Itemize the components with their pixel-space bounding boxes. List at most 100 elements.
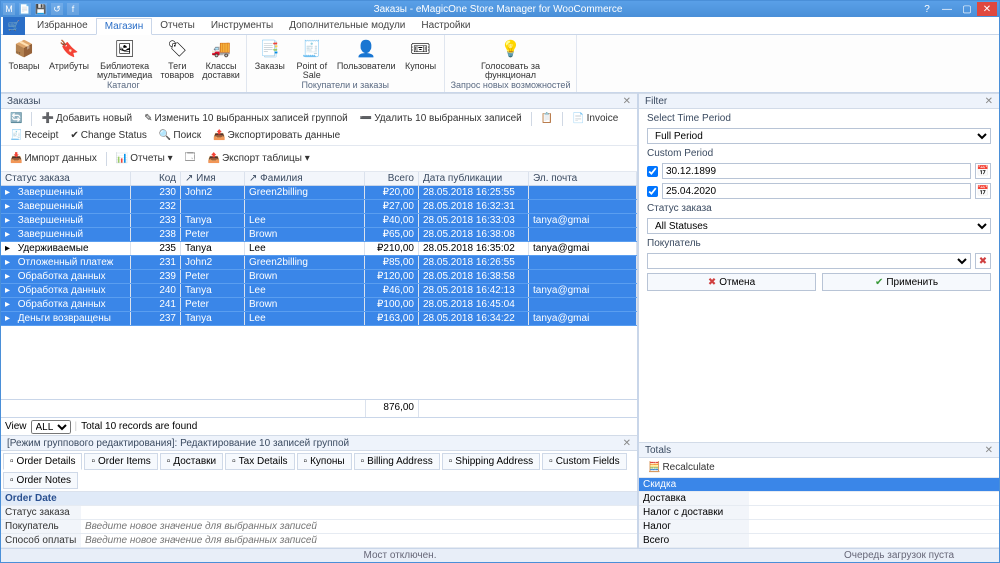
minimize-button[interactable]: — — [937, 2, 957, 16]
toolbar-button[interactable]: 📋 — [536, 111, 558, 126]
table-row[interactable]: ▸ Отложенный платеж231John2Green2billing… — [1, 256, 637, 270]
toolbar-button[interactable]: 📤Экспортировать данные — [208, 128, 345, 143]
toolbar-button[interactable]: 🗔 — [180, 148, 201, 169]
qat-save-icon[interactable]: 💾 — [35, 3, 47, 15]
toolbar-button[interactable]: 📄Invoice — [567, 111, 623, 126]
panel-close-icon[interactable]: ✕ — [985, 445, 993, 456]
window-title: Заказы - eMagicOne Store Manager for Woo… — [79, 4, 917, 15]
panel-close-icon[interactable]: ✕ — [623, 438, 631, 449]
ribbon-tab[interactable]: Избранное — [29, 18, 96, 34]
grid-column-header[interactable]: Дата публикации — [419, 172, 529, 185]
ribbon-button[interactable]: 🖼Библиотекамультимедиа — [97, 37, 152, 80]
grid-column-header[interactable]: ↗ Имя — [181, 172, 245, 185]
file-button[interactable]: 🛒 — [3, 17, 25, 35]
qat-app-icon[interactable]: M — [3, 3, 15, 15]
toolbar-label: Invoice — [587, 113, 619, 124]
qat-undo-icon[interactable]: ↺ — [51, 3, 63, 15]
status-select[interactable]: All Statuses — [647, 218, 991, 234]
totals-row[interactable]: Доставка — [639, 492, 999, 506]
table-row[interactable]: ▸ Завершенный238PeterBrown₽65,0028.05.20… — [1, 228, 637, 242]
totals-row[interactable]: Налог — [639, 520, 999, 534]
cancel-button[interactable]: ✖Отмена — [647, 273, 816, 291]
detail-tab[interactable]: ▫Купоны — [297, 453, 352, 470]
qat-new-icon[interactable]: 📄 — [19, 3, 31, 15]
help-button[interactable]: ? — [917, 2, 937, 16]
toolbar-button[interactable]: 🔍Поиск — [154, 128, 206, 143]
toolbar-button[interactable]: ➖Удалить 10 выбранных записей — [355, 111, 527, 126]
date-to-checkbox[interactable] — [647, 186, 658, 197]
totals-row[interactable]: Налог с доставки — [639, 506, 999, 520]
toolbar-button[interactable]: 📤Экспорт таблицы ▾ — [203, 151, 315, 166]
grid-column-header[interactable]: Всего — [365, 172, 419, 185]
grid-column-header[interactable]: ↗ Фамилия — [245, 172, 365, 185]
grid-column-header[interactable]: Код — [131, 172, 181, 185]
ribbon-button[interactable]: 🏷Тегитоваров — [160, 37, 194, 80]
detail-tab[interactable]: ▫Доставки — [160, 453, 223, 470]
orders-grid[interactable]: Статус заказаКод↗ Имя↗ ФамилияВсегоДата … — [1, 172, 637, 399]
panel-close-icon[interactable]: ✕ — [985, 96, 993, 107]
ribbon-button[interactable]: 🎟Купоны — [404, 37, 438, 80]
toolbar-button[interactable]: ✔Change Status — [65, 128, 152, 143]
table-row[interactable]: ▸ Удерживаемые235TanyaLee₽210,0028.05.20… — [1, 242, 637, 256]
detail-tab[interactable]: ▫Order Notes — [3, 472, 78, 489]
table-row[interactable]: ▸ Завершенный230John2Green2billing₽20,00… — [1, 186, 637, 200]
maximize-button[interactable]: ▢ — [957, 2, 977, 16]
toolbar-button[interactable]: 📥Импорт данных — [5, 151, 102, 166]
ribbon-button-label: Атрибуты — [49, 62, 89, 71]
detail-tab[interactable]: ▫Billing Address — [354, 453, 440, 470]
detail-tab[interactable]: ▫Tax Details — [225, 453, 294, 470]
ribbon-button[interactable]: 🚚Классыдоставки — [202, 37, 240, 80]
detail-tab[interactable]: ▫Order Items — [84, 453, 157, 470]
ribbon-tab[interactable]: Настройки — [413, 18, 478, 34]
apply-button[interactable]: ✔Применить — [822, 273, 991, 291]
date-to-input[interactable]: 25.04.2020 — [662, 183, 971, 199]
table-row[interactable]: ▸ Обработка данных241PeterBrown₽100,0028… — [1, 298, 637, 312]
prop-input[interactable] — [85, 521, 633, 532]
ribbon-button[interactable]: 👤Пользователи — [337, 37, 396, 80]
detail-tab[interactable]: ▫Shipping Address — [442, 453, 540, 470]
view-bar: View ALL | Total 10 records are found — [1, 417, 637, 435]
grid-column-header[interactable]: Статус заказа — [1, 172, 131, 185]
tab-label: Доставки — [173, 456, 216, 467]
panel-close-icon[interactable]: ✕ — [623, 96, 631, 107]
prop-input[interactable] — [85, 535, 633, 546]
clear-buyer-icon[interactable]: ✖ — [975, 253, 991, 269]
tab-icon: ▫ — [167, 456, 171, 467]
table-row[interactable]: ▸ Деньги возвращены237TanyaLee₽163,0028.… — [1, 312, 637, 326]
buyer-select[interactable] — [647, 253, 971, 269]
detail-tab[interactable]: ▫Custom Fields — [542, 453, 626, 470]
calendar-icon[interactable]: 📅 — [975, 163, 991, 179]
calendar-icon[interactable]: 📅 — [975, 183, 991, 199]
toolbar-button[interactable]: 🔄 — [5, 111, 27, 126]
ribbon-tab[interactable]: Отчеты — [152, 18, 203, 34]
toolbar-button[interactable]: 📊Отчеты ▾ — [111, 151, 178, 166]
ribbon-icon: 👤 — [354, 37, 378, 61]
ribbon-tab[interactable]: Дополнительные модули — [281, 18, 413, 34]
table-row[interactable]: ▸ Обработка данных240TanyaLee₽46,0028.05… — [1, 284, 637, 298]
ribbon-button[interactable]: 🔖Атрибуты — [49, 37, 89, 80]
ribbon-button[interactable]: 📦Товары — [7, 37, 41, 80]
toolbar-button[interactable]: ✎Изменить 10 выбранных записей группой — [139, 111, 353, 126]
ribbon-button[interactable]: 📑Заказы — [253, 37, 287, 80]
ribbon: 📦Товары🔖Атрибуты🖼Библиотекамультимедиа🏷Т… — [1, 35, 999, 93]
table-row[interactable]: ▸ Обработка данных239PeterBrown₽120,0028… — [1, 270, 637, 284]
date-from-input[interactable]: 30.12.1899 — [662, 163, 971, 179]
table-row[interactable]: ▸ Завершенный233TanyaLee₽40,0028.05.2018… — [1, 214, 637, 228]
ribbon-button[interactable]: 🧾Point ofSale — [295, 37, 329, 80]
close-button[interactable]: ✕ — [977, 2, 997, 16]
ribbon-tab[interactable]: Магазин — [96, 18, 153, 35]
recalculate-button[interactable]: 🧮Recalculate — [643, 460, 720, 475]
ribbon-tab[interactable]: Инструменты — [203, 18, 281, 34]
totals-row[interactable]: Скидка — [639, 478, 999, 492]
totals-row[interactable]: Всего — [639, 534, 999, 548]
table-row[interactable]: ▸ Завершенный232₽27,0028.05.2018 16:32:3… — [1, 200, 637, 214]
period-select[interactable]: Full Period — [647, 128, 991, 144]
ribbon-button[interactable]: 💡Голосовать зафункционал — [481, 37, 540, 80]
toolbar-button[interactable]: ➕Добавить новый — [36, 111, 137, 126]
toolbar-button[interactable]: 🧾Receipt — [5, 128, 63, 143]
grid-column-header[interactable]: Эл. почта — [529, 172, 637, 185]
qat-fb-icon[interactable]: f — [67, 3, 79, 15]
detail-tab[interactable]: ▫Order Details — [3, 453, 82, 470]
view-select[interactable]: ALL — [31, 420, 71, 434]
date-from-checkbox[interactable] — [647, 166, 658, 177]
